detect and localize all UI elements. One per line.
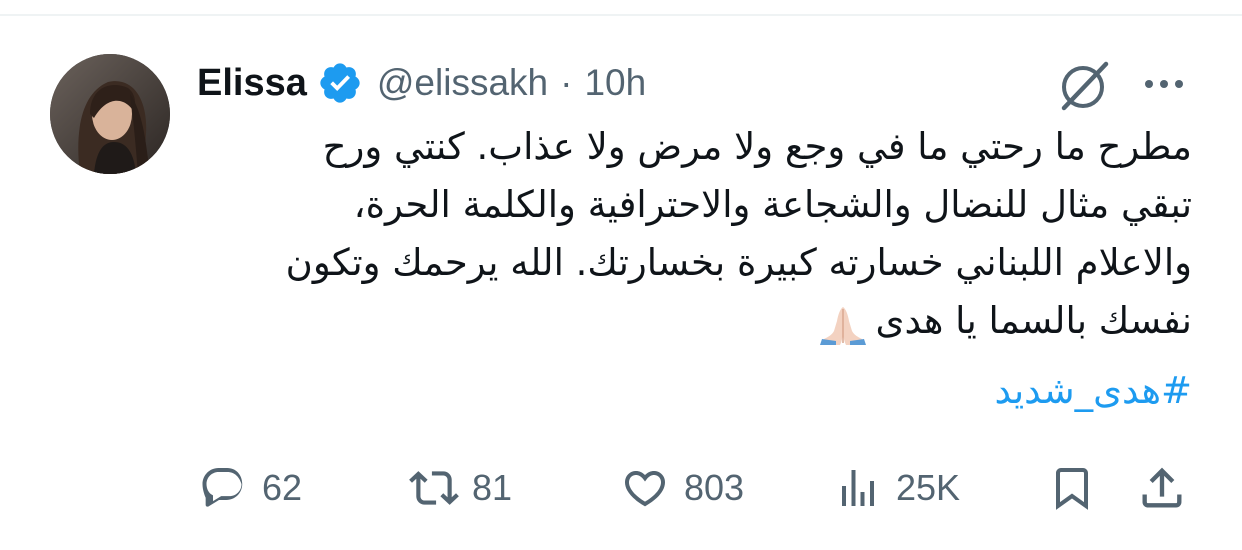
author-handle[interactable]: @elissakh (377, 62, 548, 104)
views-button[interactable]: 25K (834, 458, 960, 518)
folded-hands-emoji-icon (816, 301, 870, 345)
bookmark-icon (1056, 468, 1088, 510)
tweet-text-line: مطرح ما رحتي ما في وجع ولا مرض ولا عذاب.… (322, 125, 1192, 168)
tweet-actions-bar: 62 81 803 25K (0, 458, 1242, 518)
reply-count: 62 (262, 467, 303, 508)
bookmark-button[interactable] (1048, 458, 1096, 518)
grok-icon[interactable] (1056, 58, 1114, 114)
heart-icon (624, 471, 666, 507)
like-button[interactable]: 803 (620, 458, 744, 518)
views-count: 25K (896, 467, 961, 508)
tweet-timestamp[interactable]: 10h (584, 62, 646, 104)
share-button[interactable] (1136, 458, 1188, 518)
tweet-text-line: والاعلام اللبناني خسارته كبيرة بخسارتك. … (285, 241, 1192, 284)
top-divider (0, 14, 1242, 16)
more-icon[interactable] (1140, 66, 1188, 102)
reply-icon (202, 468, 243, 507)
reply-button[interactable]: 62 (198, 458, 302, 518)
tweet-text-line: نفسك بالسما يا هدى (875, 299, 1192, 342)
tweet-text-line-last: نفسك بالسما يا هدى (196, 292, 1192, 350)
like-count: 803 (684, 467, 745, 508)
tweet-text: مطرح ما رحتي ما في وجع ولا مرض ولا عذاب.… (196, 118, 1192, 350)
views-icon (842, 470, 874, 506)
retweet-button[interactable]: 81 (406, 458, 512, 518)
retweet-icon (409, 471, 459, 505)
verified-badge-icon[interactable] (317, 60, 363, 106)
author-name[interactable]: Elissa (197, 62, 307, 105)
tweet-header: Elissa @elissakh · 10h (197, 58, 646, 108)
hashtag-link[interactable]: #هدى_شديد (196, 362, 1192, 420)
header-separator: · (560, 62, 573, 103)
share-icon (1142, 467, 1182, 508)
avatar[interactable] (50, 54, 170, 174)
tweet-text-line: تبقي مثال للنضال والشجاعة والاحترافية وا… (353, 183, 1192, 226)
retweet-count: 81 (472, 467, 513, 508)
